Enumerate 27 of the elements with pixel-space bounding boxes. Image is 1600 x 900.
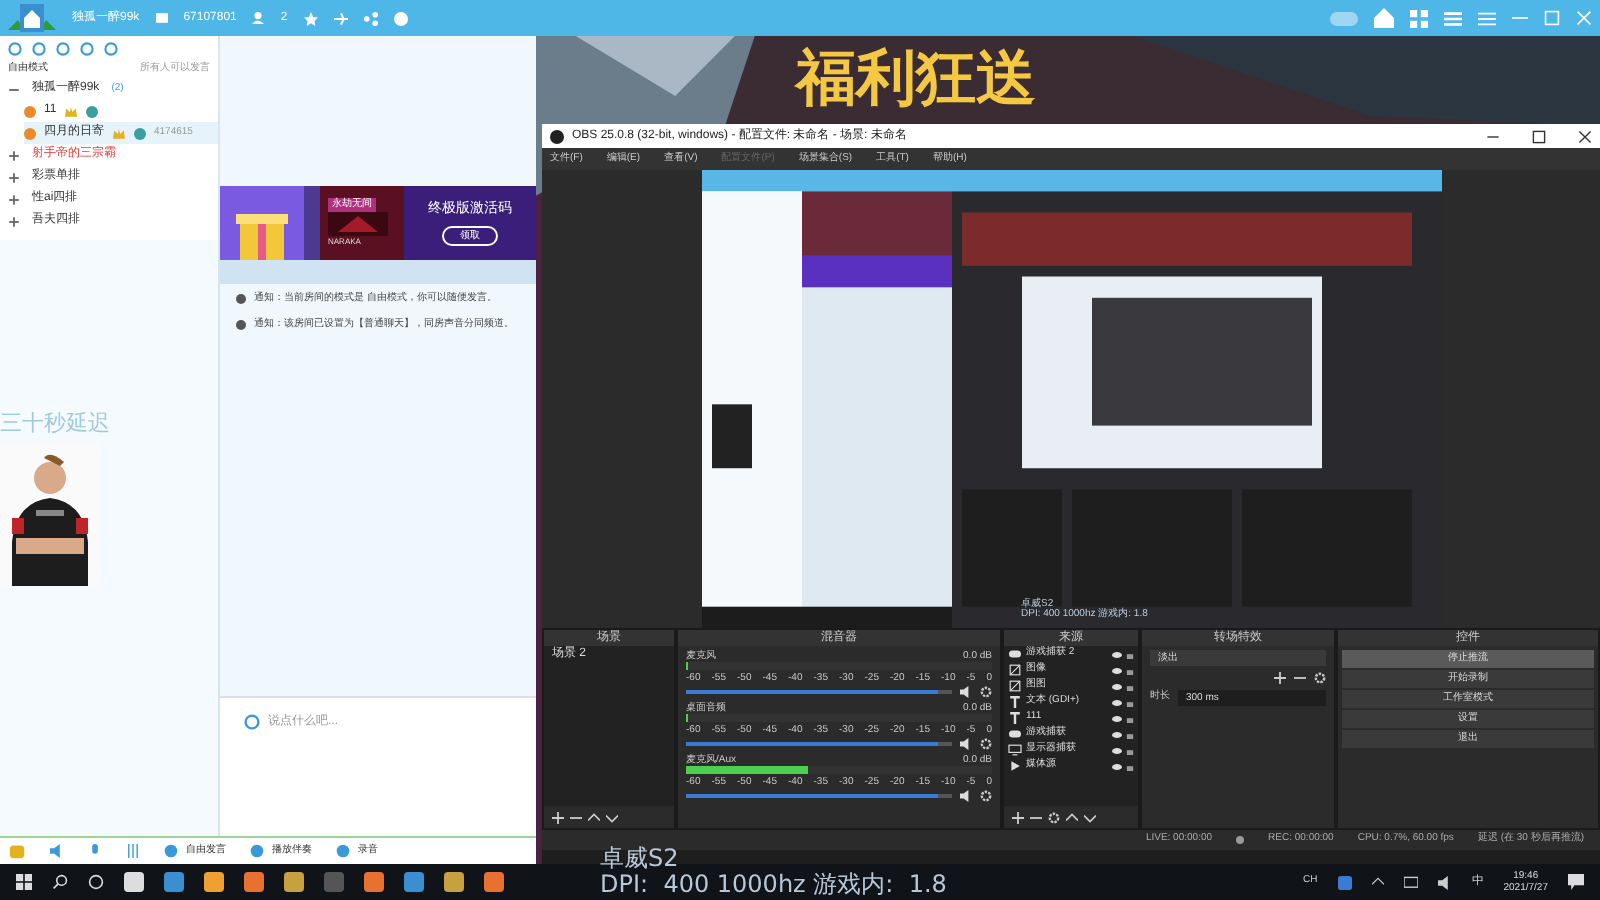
- menu-icon: [1478, 9, 1496, 27]
- volume-icon: [1437, 875, 1452, 889]
- chevron-up-icon: [1371, 876, 1384, 888]
- equalizer-icon: [126, 844, 140, 858]
- grid-icon: [1410, 9, 1428, 27]
- notification-icon: [1568, 874, 1584, 890]
- maximize-icon: [1544, 10, 1560, 26]
- share-icon: [363, 11, 378, 25]
- delay-caption: 三十秒延迟: [0, 412, 112, 434]
- keyboard-icon: [1337, 875, 1352, 889]
- windows-icon: [16, 874, 32, 890]
- id-card-icon: [155, 12, 168, 24]
- star-icon: [303, 11, 318, 25]
- speaker-icon: [50, 844, 64, 858]
- home-icon: [1374, 8, 1394, 28]
- microphone-icon: [88, 844, 102, 858]
- overlay-caption: DPI: 400 1000hz 游戏内: 1.8: [600, 872, 947, 898]
- avatar-icon: [8, 842, 26, 860]
- circle-icon: [88, 874, 104, 890]
- toggle-icon: [1330, 11, 1358, 25]
- crown-icon: [64, 105, 79, 117]
- gift-box-drawing: [232, 210, 292, 260]
- network-icon: [1403, 875, 1418, 889]
- crown-icon: [112, 127, 126, 139]
- house-logo-icon: [8, 2, 56, 34]
- close-icon: [1576, 10, 1592, 26]
- list-icon: [1444, 9, 1462, 27]
